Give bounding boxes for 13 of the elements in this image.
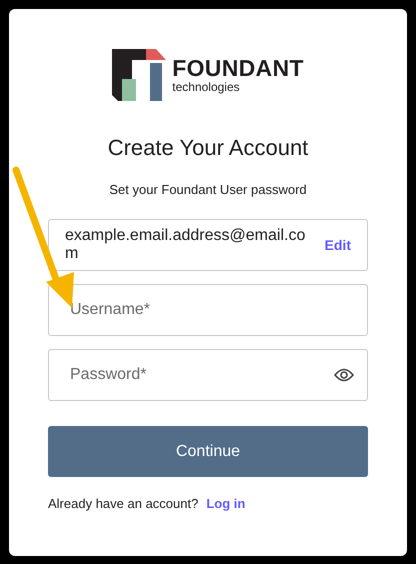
- login-link[interactable]: Log in: [206, 496, 246, 511]
- username-field[interactable]: Username*: [48, 284, 368, 336]
- page-title: Create Your Account: [108, 135, 308, 161]
- email-address: example.email.address@email.com: [65, 227, 306, 263]
- footer-text: Already have an account?: [48, 496, 198, 511]
- subtitle: Set your Foundant User password: [109, 182, 307, 197]
- logo-icon: [112, 49, 166, 101]
- brand-tagline: technologies: [172, 81, 241, 93]
- continue-button[interactable]: Continue: [48, 426, 368, 477]
- eye-icon[interactable]: [334, 368, 354, 382]
- edit-link[interactable]: Edit: [324, 237, 351, 253]
- brand-name: FOUNDANT: [172, 57, 304, 80]
- password-field[interactable]: Password*: [48, 349, 368, 401]
